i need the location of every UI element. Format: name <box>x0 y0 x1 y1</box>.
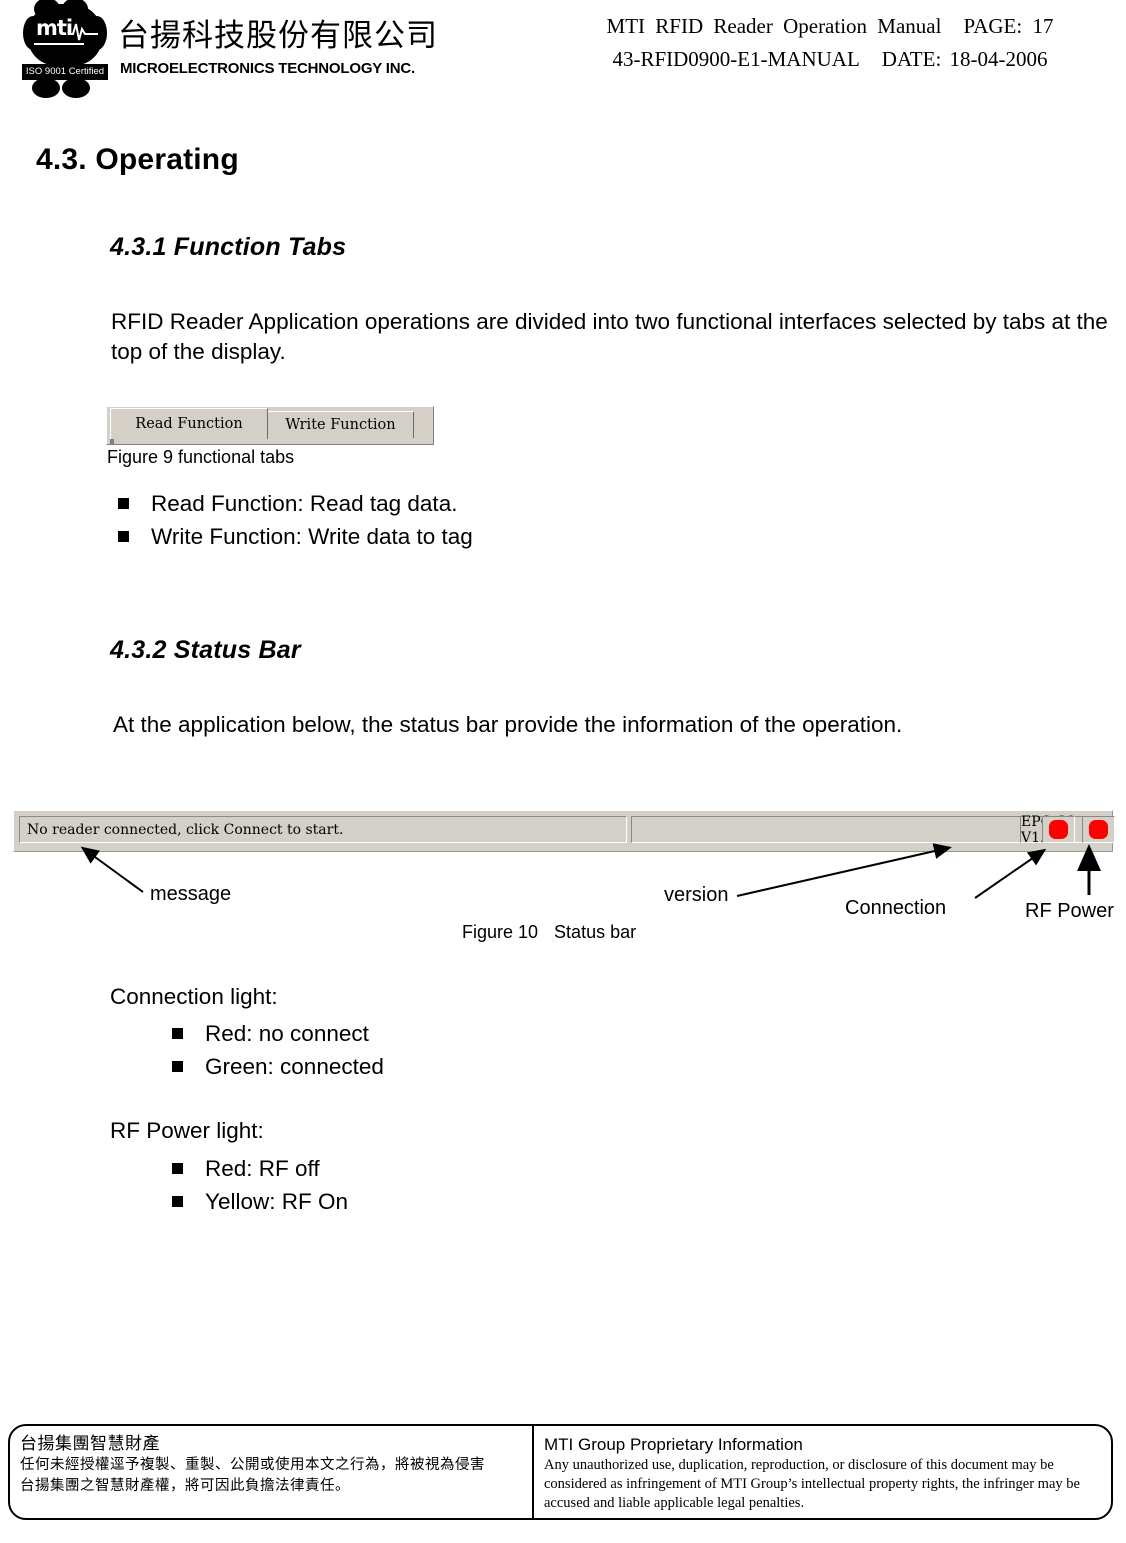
status-bar-blank-panel <box>631 816 1021 843</box>
header-date: DATE: 18-04-2006 <box>881 46 1048 71</box>
list-item: Red: no connect <box>158 1017 384 1050</box>
list-item: Read Function: Read tag data. <box>104 487 473 520</box>
tab-write-function[interactable]: Write Function <box>267 411 414 438</box>
mti-logo: mti ISO 9001 Certified <box>22 0 108 98</box>
iso-9001-badge: ISO 9001 Certified <box>22 64 108 80</box>
rf-power-led-icon <box>1089 820 1108 839</box>
square-bullet-icon <box>172 1163 183 1174</box>
section-heading: 4.3. Operating <box>36 143 239 176</box>
arrow-version <box>736 843 952 897</box>
list-item: Yellow: RF On <box>158 1185 348 1218</box>
header-line-docnum: 43-RFID0900-E1-MANUAL DATE: 18-04-2006 <box>560 43 1100 76</box>
logo-wordmark-text: mti <box>36 16 73 40</box>
figure-9-caption: Figure 9 functional tabs <box>107 447 295 467</box>
list-item-label: Yellow: RF On <box>205 1189 348 1215</box>
footer-english-notice: MTI Group Proprietary Information Any un… <box>534 1426 1111 1518</box>
annotation-label-rf-power: RF Power <box>1025 900 1114 922</box>
logo-blob-bump <box>62 78 90 98</box>
header-page-number: PAGE: 17 <box>963 14 1054 38</box>
footer-cn-body-line1: 任何未經授權逕予複製、重製、公開或使用本文之行為，將被視為侵害 <box>20 1457 485 1474</box>
figure-function-tabs: Read Function Write Function <box>106 406 434 445</box>
footer-en-body: Any unauthorized use, duplication, repro… <box>544 1457 1080 1511</box>
logo-underline-rule <box>34 43 84 45</box>
function-description-list: Read Function: Read tag data. Write Func… <box>104 487 473 554</box>
list-item: Write Function: Write data to tag <box>104 520 473 553</box>
status-bar-message-panel: No reader connected, click Connect to st… <box>19 816 627 843</box>
list-item-label: Red: no connect <box>205 1021 369 1046</box>
connection-led-icon <box>1049 820 1068 839</box>
rf-power-light-label: RF Power light: <box>110 1118 264 1143</box>
figure-10-caption-number: Figure 10 <box>462 922 539 942</box>
list-item: Red: RF off <box>158 1152 348 1185</box>
status-bar-connection-led-box <box>1042 816 1075 843</box>
header-line-title: MTI RFID Reader Operation Manual PAGE: 17 <box>560 10 1100 43</box>
paragraph-status-bar: At the application below, the status bar… <box>113 712 903 737</box>
rf-power-light-list: Red: RF off Yellow: RF On <box>158 1152 348 1219</box>
connection-light-label: Connection light: <box>110 984 278 1009</box>
header-document-info: MTI RFID Reader Operation Manual PAGE: 17… <box>560 10 1100 75</box>
company-name-chinese: 台揚科技股份有限公司 <box>118 18 438 54</box>
square-bullet-icon <box>172 1061 183 1073</box>
header-doc-title: MTI RFID Reader Operation Manual <box>606 14 942 38</box>
square-bullet-icon <box>172 1196 183 1208</box>
logo-blob-bump <box>32 78 60 98</box>
figure-10-caption-text: Status bar <box>554 922 637 942</box>
list-item-label: Red: RF off <box>205 1156 320 1181</box>
company-name-english: MICROELECTRONICS TECHNOLOGY INC. <box>120 60 415 77</box>
footer-cn-title: 台揚集團智慧財產 <box>20 1434 160 1454</box>
annotation-label-version: version <box>664 884 729 906</box>
header-doc-number: 43-RFID0900-E1-MANUAL <box>612 46 860 71</box>
arrow-message <box>80 846 144 893</box>
list-item-label: Read Function: Read tag data. <box>151 491 458 516</box>
arrow-connection <box>974 848 1047 899</box>
waveform-icon <box>68 23 98 41</box>
annotation-arrows <box>80 843 1101 899</box>
page-footer: 台揚集團智慧財產 任何未經授權逕予複製、重製、公開或使用本文之行為，將被視為侵害… <box>8 1424 1113 1520</box>
list-item-label: Green: connected <box>205 1054 384 1080</box>
tab-strip-edge <box>110 439 114 444</box>
paragraph-function-tabs: RFID Reader Application operations are d… <box>111 309 1108 365</box>
figure-status-bar: No reader connected, click Connect to st… <box>13 810 1115 852</box>
annotation-label-message: message <box>150 883 232 905</box>
square-bullet-icon <box>118 531 129 543</box>
square-bullet-icon <box>118 498 129 509</box>
page-header: mti ISO 9001 Certified 台揚科技股份有限公司 MICROE… <box>0 0 1126 100</box>
list-item-label: Write Function: Write data to tag <box>151 524 473 550</box>
tab-read-function[interactable]: Read Function <box>110 408 268 439</box>
list-item: Green: connected <box>158 1050 384 1083</box>
figure-10-caption: Figure 10 Status bar <box>462 922 636 943</box>
square-bullet-icon <box>172 1028 183 1039</box>
annotation-label-connection: Connection <box>845 897 947 919</box>
footer-cn-body-line2: 台揚集團之智慧財產權，將可因此負擔法律責任。 <box>20 1478 350 1495</box>
subsection-heading-function-tabs: 4.3.1 Function Tabs <box>110 233 347 261</box>
footer-chinese-notice: 台揚集團智慧財產 任何未經授權逕予複製、重製、公開或使用本文之行為，將被視為侵害… <box>10 1426 532 1518</box>
footer-en-title: MTI Group Proprietary Information <box>544 1435 803 1454</box>
status-bar-rfpower-led-box <box>1082 816 1115 843</box>
connection-light-list: Red: no connect Green: connected <box>158 1017 384 1084</box>
subsection-heading-status-bar: 4.3.2 Status Bar <box>110 636 301 664</box>
